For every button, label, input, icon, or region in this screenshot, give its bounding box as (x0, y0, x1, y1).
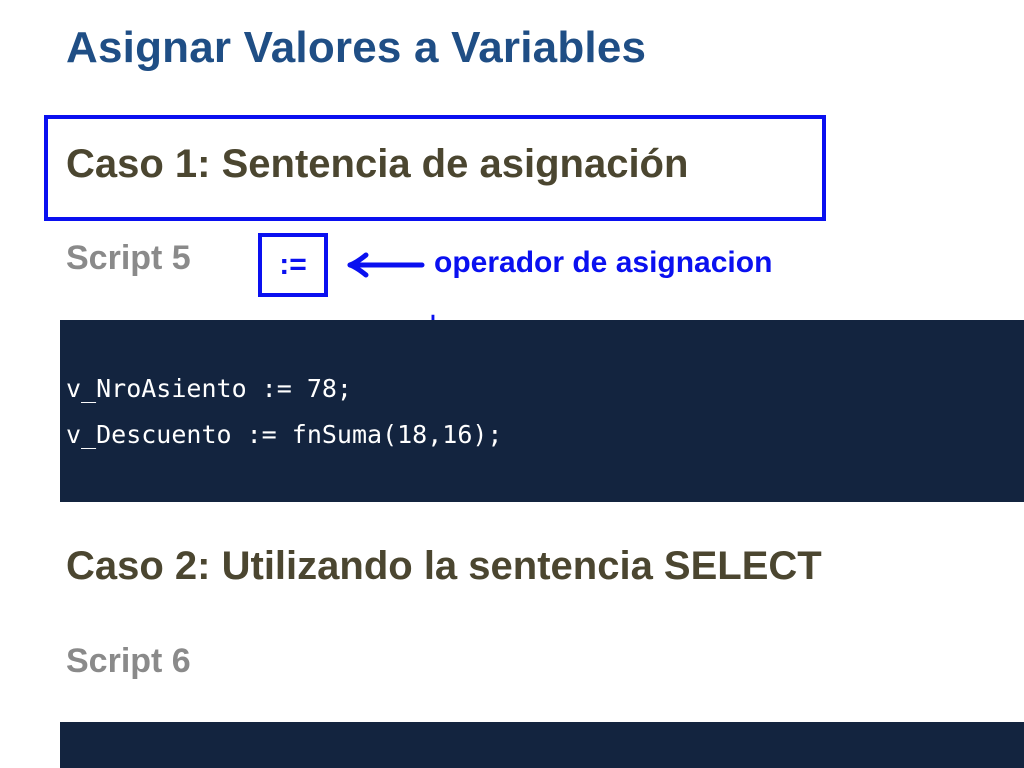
arrow-left-icon (347, 252, 425, 278)
script6-code-block (60, 722, 1024, 768)
script5-label: Script 5 (66, 239, 191, 277)
case1-heading: Caso 1: Sentencia de asignación (66, 142, 689, 186)
page-title: Asignar Valores a Variables (66, 23, 647, 72)
operator-annotation: operador de asignacion (434, 246, 773, 279)
script5-code-block: v_NroAsiento := 78; v_Descuento := fnSum… (60, 320, 1024, 502)
code-line: v_Descuento := fnSuma(18,16); (66, 420, 503, 449)
code-line: v_NroAsiento := 78; (66, 374, 352, 403)
assignment-operator-box: := (258, 233, 328, 297)
script6-label: Script 6 (66, 642, 191, 680)
case2-heading: Caso 2: Utilizando la sentencia SELECT (66, 544, 822, 588)
